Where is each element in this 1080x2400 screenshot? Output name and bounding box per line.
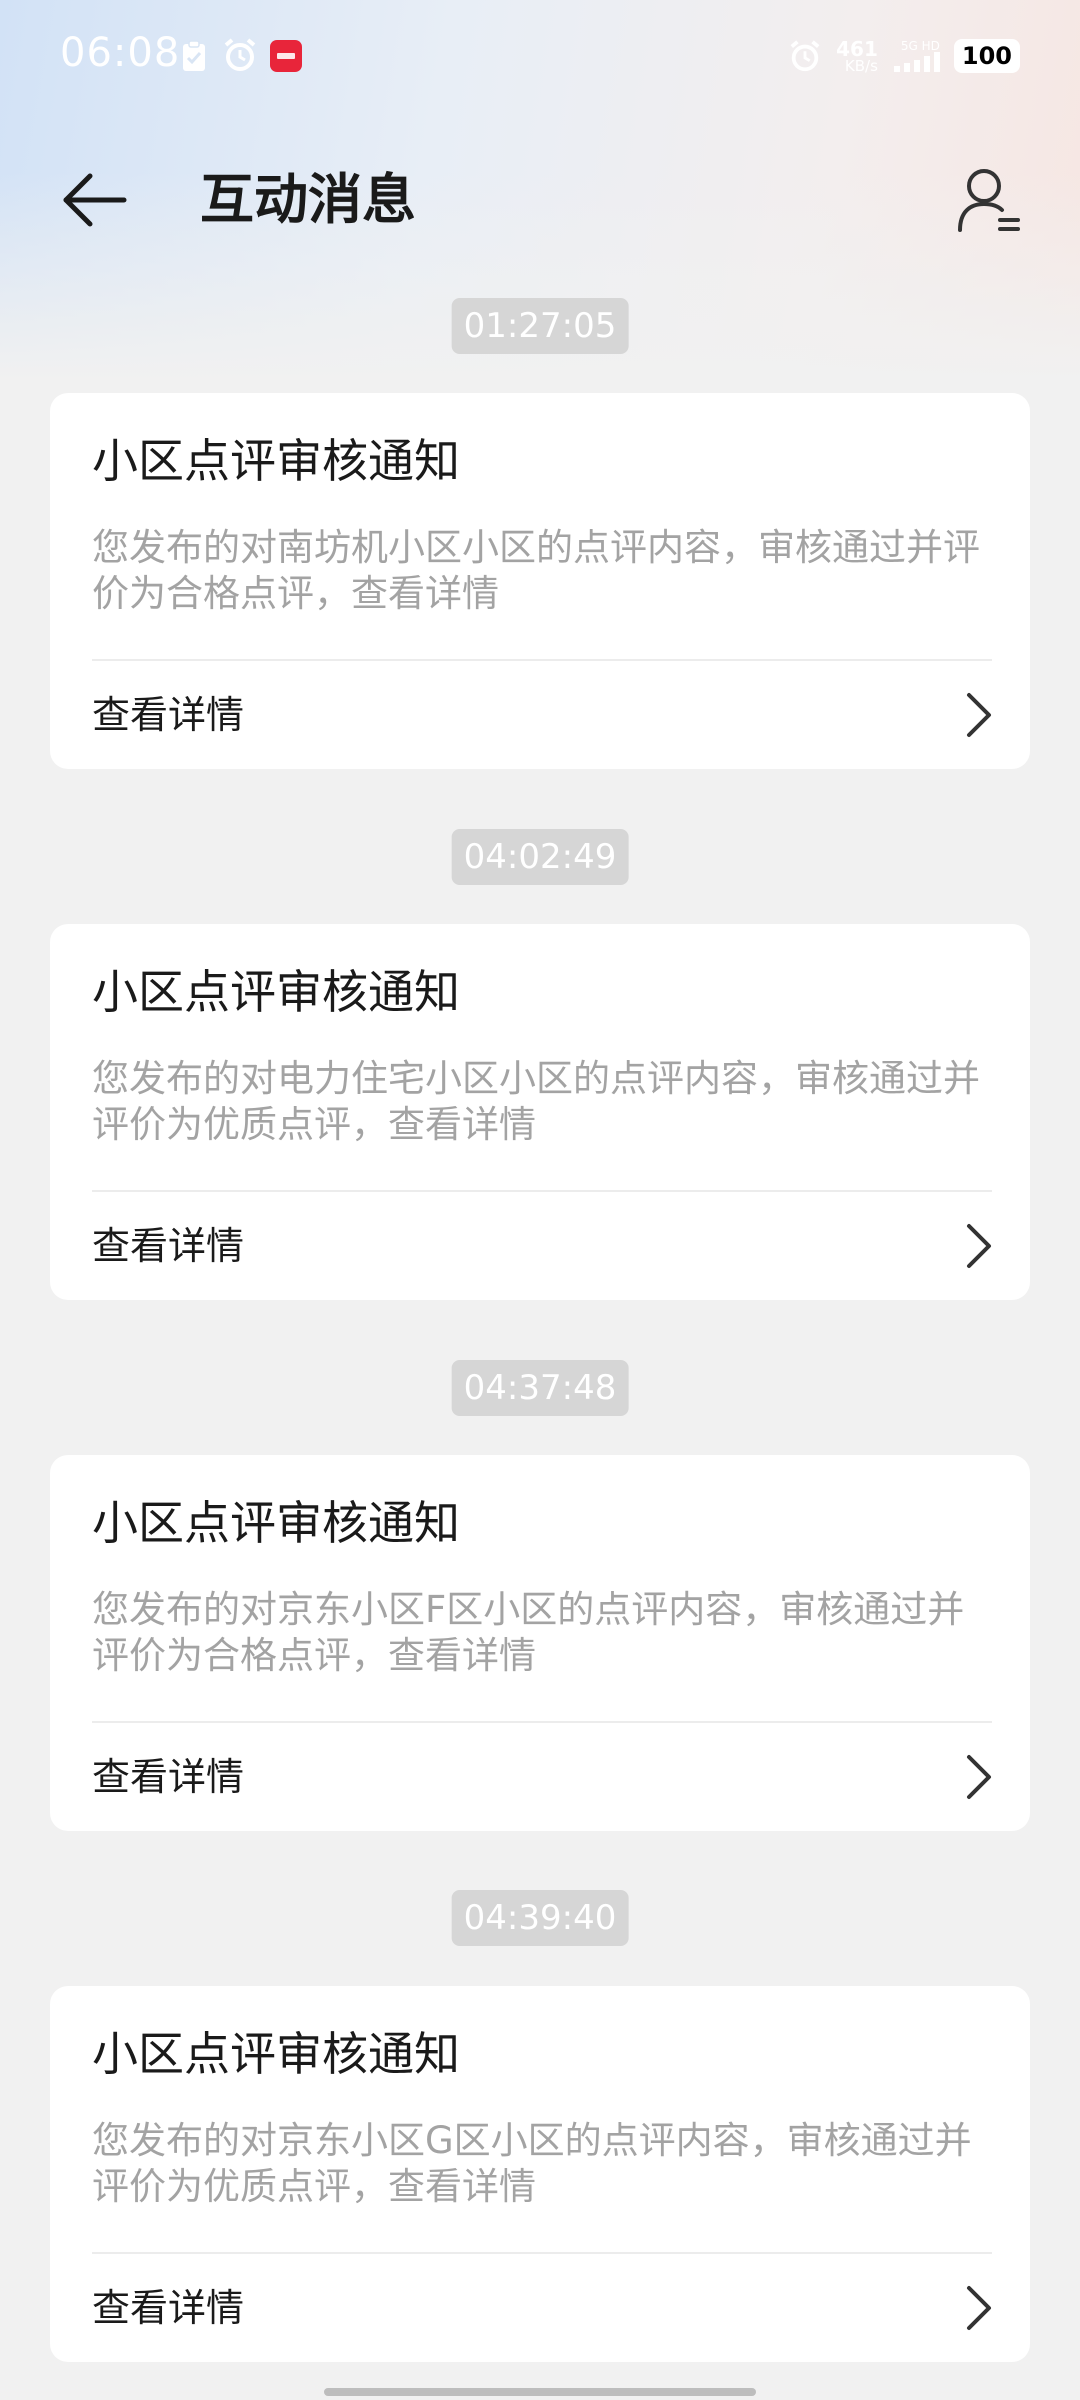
message-body: 您发布的对京东小区G区小区的点评内容，审核通过并评价为优质点评，查看详情 [92,2119,972,2208]
view-details-link[interactable]: 查看详情 [50,2254,1030,2362]
battery-level: 100 [953,39,1020,73]
app-badge-icon [270,40,302,72]
view-details-link[interactable]: 查看详情 [50,661,1030,769]
message-card: 小区点评审核通知 您发布的对京东小区G区小区的点评内容，审核通过并评价为优质点评… [50,1986,1030,2362]
view-details-label: 查看详情 [92,693,245,737]
chevron-right-icon [967,693,991,737]
signal-label: 5G HD [900,39,940,53]
view-details-label: 查看详情 [92,1224,245,1268]
chevron-right-icon [967,2286,991,2330]
message-card: 小区点评审核通知 您发布的对京东小区F区小区的点评内容，审核通过并评价为合格点评… [50,1455,1030,1831]
alarm-icon [790,40,820,72]
message-timestamp: 04:37:48 [451,1360,629,1416]
message-timestamp: 04:02:49 [451,829,629,885]
message-body: 您发布的对电力住宅小区小区的点评内容，审核通过并评价为优质点评，查看详情 [92,1057,980,1146]
network-speed-unit: KB/s [844,56,878,75]
status-bar: 06:08 461 KB/s 5G HD 100 [0,0,1080,112]
user-settings-icon[interactable] [956,166,1024,236]
message-card: 小区点评审核通知 您发布的对南坊机小区小区的点评内容，审核通过并评价为合格点评，… [50,393,1030,769]
page-title: 互动消息 [200,168,416,231]
message-body: 您发布的对南坊机小区小区的点评内容，审核通过并评价为合格点评，查看详情 [92,526,980,615]
home-indicator[interactable] [324,2388,756,2396]
message-card: 小区点评审核通知 您发布的对电力住宅小区小区的点评内容，审核通过并评价为优质点评… [50,924,1030,1300]
message-title: 小区点评审核通知 [92,1496,460,1550]
message-body: 您发布的对京东小区F区小区的点评内容，审核通过并评价为合格点评，查看详情 [92,1588,965,1677]
chevron-right-icon [967,1224,991,1268]
arrow-left-icon[interactable] [60,170,130,230]
view-details-label: 查看详情 [92,1755,245,1799]
message-title: 小区点评审核通知 [92,2027,460,2081]
clipboard-check-icon [183,40,205,71]
signal-bars-icon [893,52,940,72]
network-speed: 461 KB/s [836,39,878,74]
signal-group: 5G HD [892,40,940,72]
status-time: 06:08 [60,30,181,76]
network-speed-value: 461 [836,36,878,61]
message-title: 小区点评审核通知 [92,965,460,1019]
chevron-right-icon [967,1755,991,1799]
alarm-icon [224,38,256,71]
status-right-group: 461 KB/s 5G HD 100 [788,34,1020,78]
message-timestamp: 04:39:40 [451,1890,629,1946]
message-timestamp: 01:27:05 [451,298,629,354]
view-details-label: 查看详情 [92,2286,245,2330]
view-details-link[interactable]: 查看详情 [50,1192,1030,1300]
app-header: 互动消息 [0,150,1080,250]
view-details-link[interactable]: 查看详情 [50,1723,1030,1831]
message-title: 小区点评审核通知 [92,434,460,488]
